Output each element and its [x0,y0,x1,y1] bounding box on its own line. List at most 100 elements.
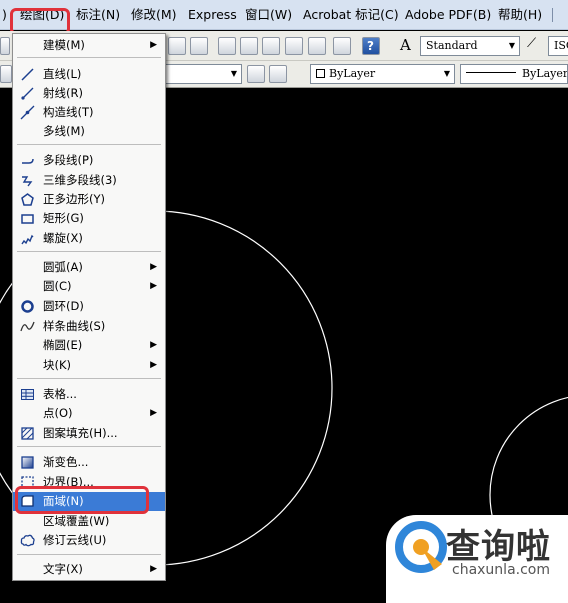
construction-line-icon [20,105,35,120]
menu-item-3d-polyline[interactable]: 三维多段线(3) [13,171,165,190]
menu-item-label: 多线(M) [43,124,85,138]
menu-item-construction-line[interactable]: 构造线(T) [13,103,165,122]
menu-item-circle[interactable]: 圆(C) ▶ [13,277,165,296]
menu-item-label: 区域覆盖(W) [43,514,110,528]
menu-item-ray[interactable]: 射线(R) [13,84,165,103]
layer-states-icon[interactable] [247,65,265,83]
menu-item-label: 正多边形(Y) [43,192,105,206]
dim-style-value: ISO [554,39,568,52]
color-value: ByLayer [329,67,376,80]
menu-separator [17,446,161,447]
menu-item-label: 块(K) [43,358,72,372]
menu-item-label: 三维多段线(3) [43,173,117,187]
rectangle-icon [21,214,34,224]
menu-item-ellipse[interactable]: 椭圆(E) ▶ [13,336,165,355]
help-icon[interactable]: ? [362,37,380,55]
menu-item-label: 直线(L) [43,67,82,81]
menu-item-label: 椭圆(E) [43,338,83,352]
menu-separator [17,251,161,252]
menu-item-gradient[interactable]: 渐变色... [13,453,165,472]
menu-item-block[interactable]: 块(K) ▶ [13,356,165,375]
menu-acrobat[interactable]: Acrobat 标记(C) [303,0,399,30]
menu-item-label: 多段线(P) [43,153,94,167]
menu-item-label: 构造线(T) [43,105,94,119]
menu-separator [17,144,161,145]
menu-help[interactable]: 帮助(H) [498,0,542,30]
menu-item-label: 圆弧(A) [43,260,83,274]
dim-style-icon: ⟋ [527,36,537,51]
menu-window[interactable]: 窗口(W) [245,0,292,30]
menu-item-revcloud[interactable]: 修订云线(U) [13,531,165,550]
menu-item-spline[interactable]: 样条曲线(S) [13,317,165,336]
menu-item-line[interactable]: 直线(L) [13,65,165,84]
hatch-icon [21,427,34,440]
submenu-arrow-icon: ▶ [150,340,157,350]
sheet-set-icon[interactable] [285,37,303,55]
menu-item-point[interactable]: 点(O) ▶ [13,404,165,423]
menu-express[interactable]: Express [188,0,237,30]
submenu-arrow-icon: ▶ [150,262,157,272]
menu-item-helix[interactable]: 螺旋(X) [13,229,165,248]
layer-previous-icon[interactable] [269,65,287,83]
text-style-select[interactable]: Standard ▼ [420,36,520,56]
helix-icon [21,234,34,245]
menu-bar: ) 绘图(D) 标注(N) 修改(M) Express 窗口(W) Acroba… [0,0,568,30]
linetype-select[interactable]: ByLayer [460,64,568,84]
menu-item-multiline[interactable]: 多线(M) [13,122,165,141]
menu-separator [17,554,161,555]
linetype-preview [466,72,516,73]
menu-item-label: 点(O) [43,406,73,420]
menu-item-donut[interactable]: 圆环(D) [13,297,165,316]
menu-item-wipeout[interactable]: 区域覆盖(W) [13,512,165,531]
menu-dimension[interactable]: 标注(N) [76,0,120,30]
table-icon [21,389,34,400]
menu-item-polyline[interactable]: 多段线(P) [13,151,165,170]
pencil-icon[interactable] [0,37,10,55]
menu-item-table[interactable]: 表格... [13,385,165,404]
properties-icon[interactable] [218,37,236,55]
menu-item-label: 修订云线(U) [43,533,107,547]
watermark-url: chaxunla.com [452,562,550,578]
menu-adobe-pdf[interactable]: Adobe PDF(B) [405,0,491,30]
color-select[interactable]: ByLayer ▼ [310,64,455,84]
polyline-icon [22,158,34,164]
zoom-realtime-icon[interactable] [168,37,186,55]
design-center-icon[interactable] [240,37,258,55]
gradient-icon [21,456,34,469]
menu-item-hatch[interactable]: 图案填充(H)... [13,424,165,443]
revcloud-icon [20,534,35,547]
menu-item-arc[interactable]: 圆弧(A) ▶ [13,258,165,277]
menu-separator [17,378,161,379]
menu-item-text[interactable]: 文字(X) ▶ [13,560,165,579]
submenu-arrow-icon: ▶ [150,40,157,50]
layer-select[interactable]: ▼ [160,64,242,84]
chevron-down-icon: ▼ [443,69,450,78]
line-icon [21,68,34,81]
submenu-arrow-icon: ▶ [150,408,157,418]
submenu-arrow-icon: ▶ [150,564,157,574]
chevron-down-icon: ▼ [230,69,237,78]
zoom-window-icon[interactable] [190,37,208,55]
menu-item-label: 渐变色... [43,455,89,469]
donut-icon [21,300,34,313]
text-style-value: Standard [426,39,478,52]
calculator-icon[interactable] [333,37,351,55]
polygon-icon [21,193,34,206]
menu-item-polygon[interactable]: 正多边形(Y) [13,190,165,209]
layer-icon[interactable] [0,65,12,83]
dim-style-select[interactable]: ISO [548,36,568,56]
submenu-arrow-icon: ▶ [150,281,157,291]
region-item-highlight [15,486,149,514]
menu-item-rectangle[interactable]: 矩形(G) [13,209,165,228]
tool-palette-icon[interactable] [262,37,280,55]
menubar-divider [552,8,553,22]
menu-item-modeling[interactable]: 建模(M) ▶ [13,36,165,55]
linetype-value: ByLayer [522,67,568,80]
menu-item-label: 矩形(G) [43,211,84,225]
menu-truncated[interactable]: ) [2,0,7,30]
menu-item-label: 文字(X) [43,562,83,576]
watermark-brand: 查询啦 [446,527,551,567]
menu-item-label: 样条曲线(S) [43,319,106,333]
markup-icon[interactable] [308,37,326,55]
menu-modify[interactable]: 修改(M) [131,0,177,30]
